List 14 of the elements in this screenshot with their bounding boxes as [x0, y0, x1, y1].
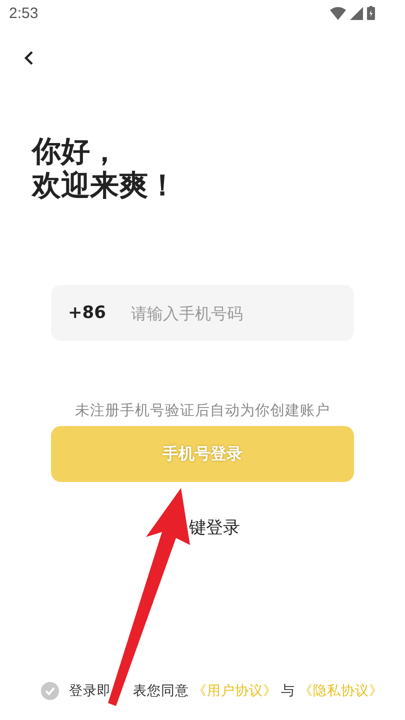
phone-input-field[interactable]: +86 请输入手机号码	[51, 285, 354, 341]
agreement-text: 登录即	[69, 682, 111, 700]
greeting-title: 欢迎来爽！	[32, 168, 177, 202]
agreement-text: 表您同意	[133, 682, 189, 700]
country-code[interactable]: +86	[68, 303, 131, 323]
battery-icon	[367, 6, 375, 20]
status-time: 2:53	[9, 4, 38, 22]
signal-icon	[350, 6, 363, 20]
one-click-login-link[interactable]: 键登录	[189, 516, 240, 539]
greeting-title: 你好，	[32, 134, 119, 168]
hint-text: 未注册手机号验证后自动为你创建账户	[74, 402, 331, 420]
wifi-icon	[330, 6, 346, 20]
joiner-text: 与	[281, 682, 295, 700]
agreement-checkbox[interactable]	[41, 682, 59, 700]
